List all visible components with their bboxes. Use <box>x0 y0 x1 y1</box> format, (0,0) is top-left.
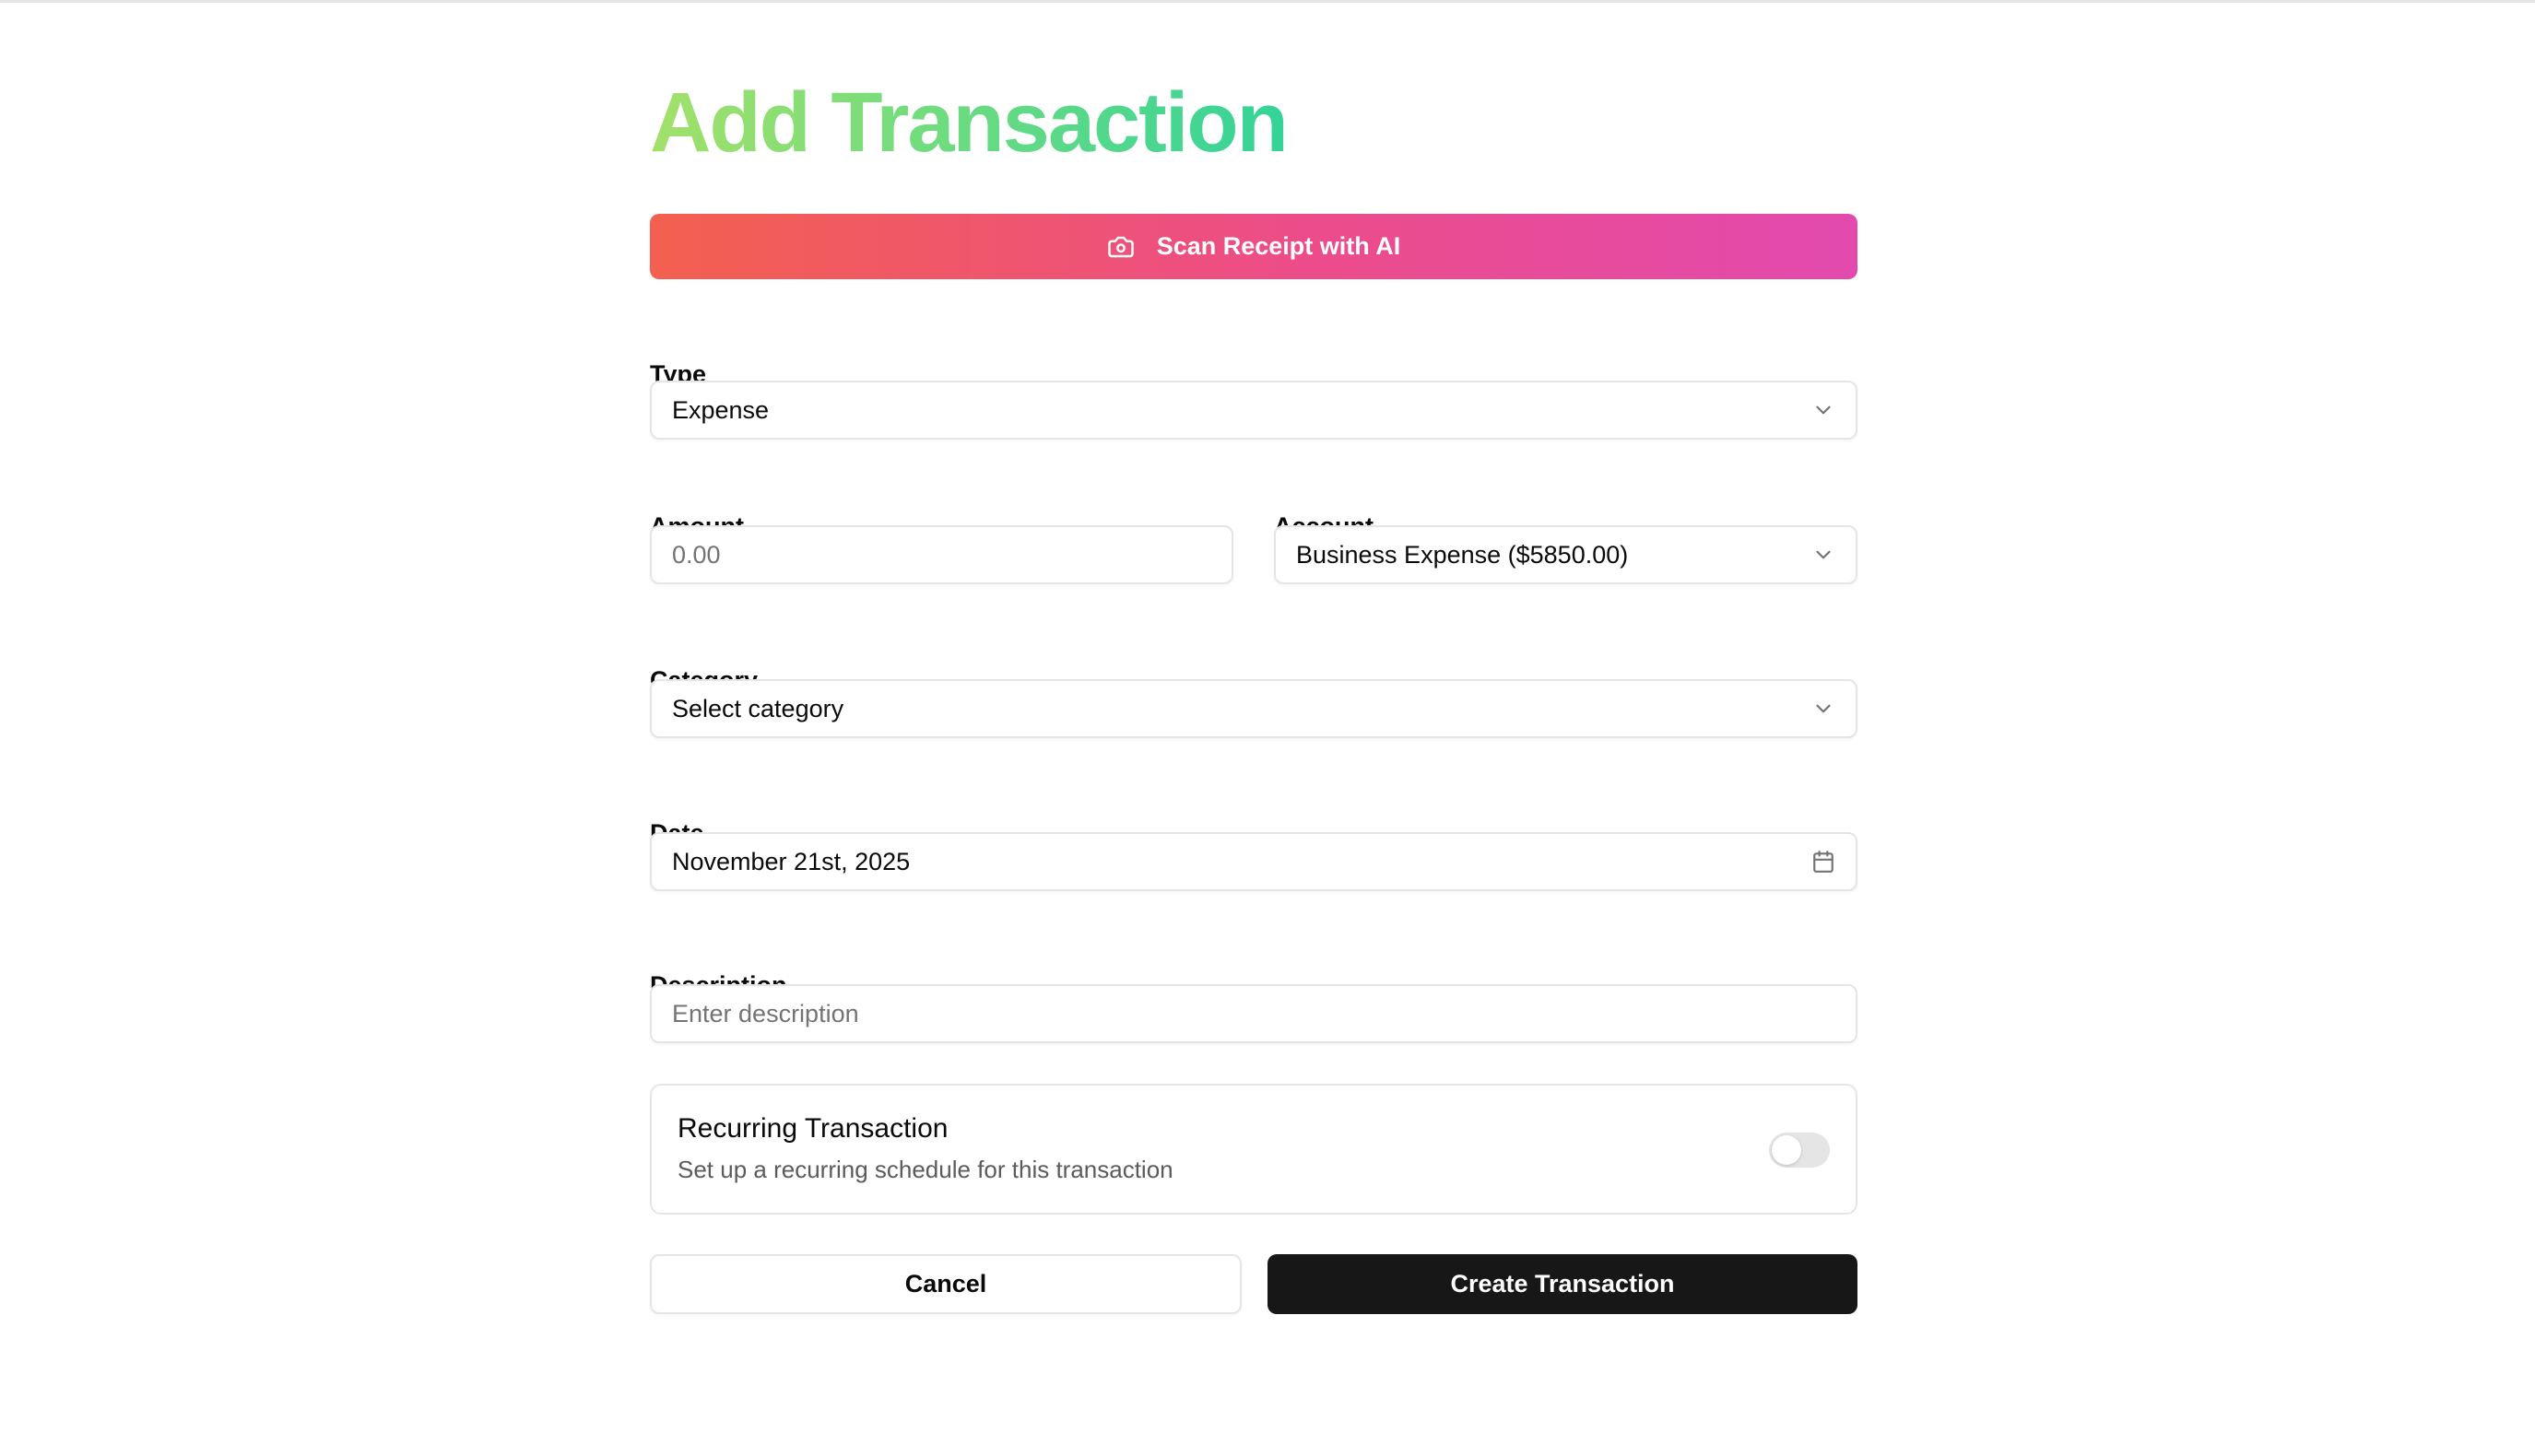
recurring-card: Recurring Transaction Set up a recurring… <box>650 1084 1857 1215</box>
amount-placeholder: 0.00 <box>672 540 721 569</box>
scan-receipt-button[interactable]: Scan Receipt with AI <box>650 214 1857 279</box>
type-value: Expense <box>672 395 770 424</box>
scan-receipt-label: Scan Receipt with AI <box>1156 232 1401 260</box>
page-title: Add Transaction <box>650 72 1289 173</box>
top-divider <box>0 0 2535 3</box>
chevron-down-icon <box>1816 550 1831 559</box>
recurring-subtitle: Set up a recurring schedule for this tra… <box>678 1156 1173 1183</box>
recurring-title: Recurring Transaction <box>678 1113 949 1144</box>
cancel-button[interactable]: Cancel <box>650 1254 1242 1314</box>
date-picker[interactable]: November 21st, 2025 <box>650 832 1857 891</box>
category-value: Select category <box>672 694 844 722</box>
create-transaction-button[interactable]: Create Transaction <box>1268 1254 1857 1314</box>
account-value: Business Expense ($5850.00) <box>1296 540 1629 569</box>
toggle-knob <box>1772 1135 1801 1165</box>
chevron-down-icon <box>1816 405 1831 415</box>
chevron-down-icon <box>1816 704 1831 713</box>
recurring-toggle[interactable] <box>1769 1133 1830 1168</box>
description-input[interactable]: Enter description <box>650 984 1857 1043</box>
account-select[interactable]: Business Expense ($5850.00) <box>1274 525 1857 584</box>
date-value: November 21st, 2025 <box>672 847 911 875</box>
calendar-icon[interactable] <box>1811 850 1835 874</box>
type-select[interactable]: Expense <box>650 381 1857 440</box>
description-placeholder: Enter description <box>672 999 859 1027</box>
camera-icon <box>1107 236 1134 257</box>
amount-input[interactable]: 0.00 <box>650 525 1233 584</box>
category-select[interactable]: Select category <box>650 679 1857 738</box>
